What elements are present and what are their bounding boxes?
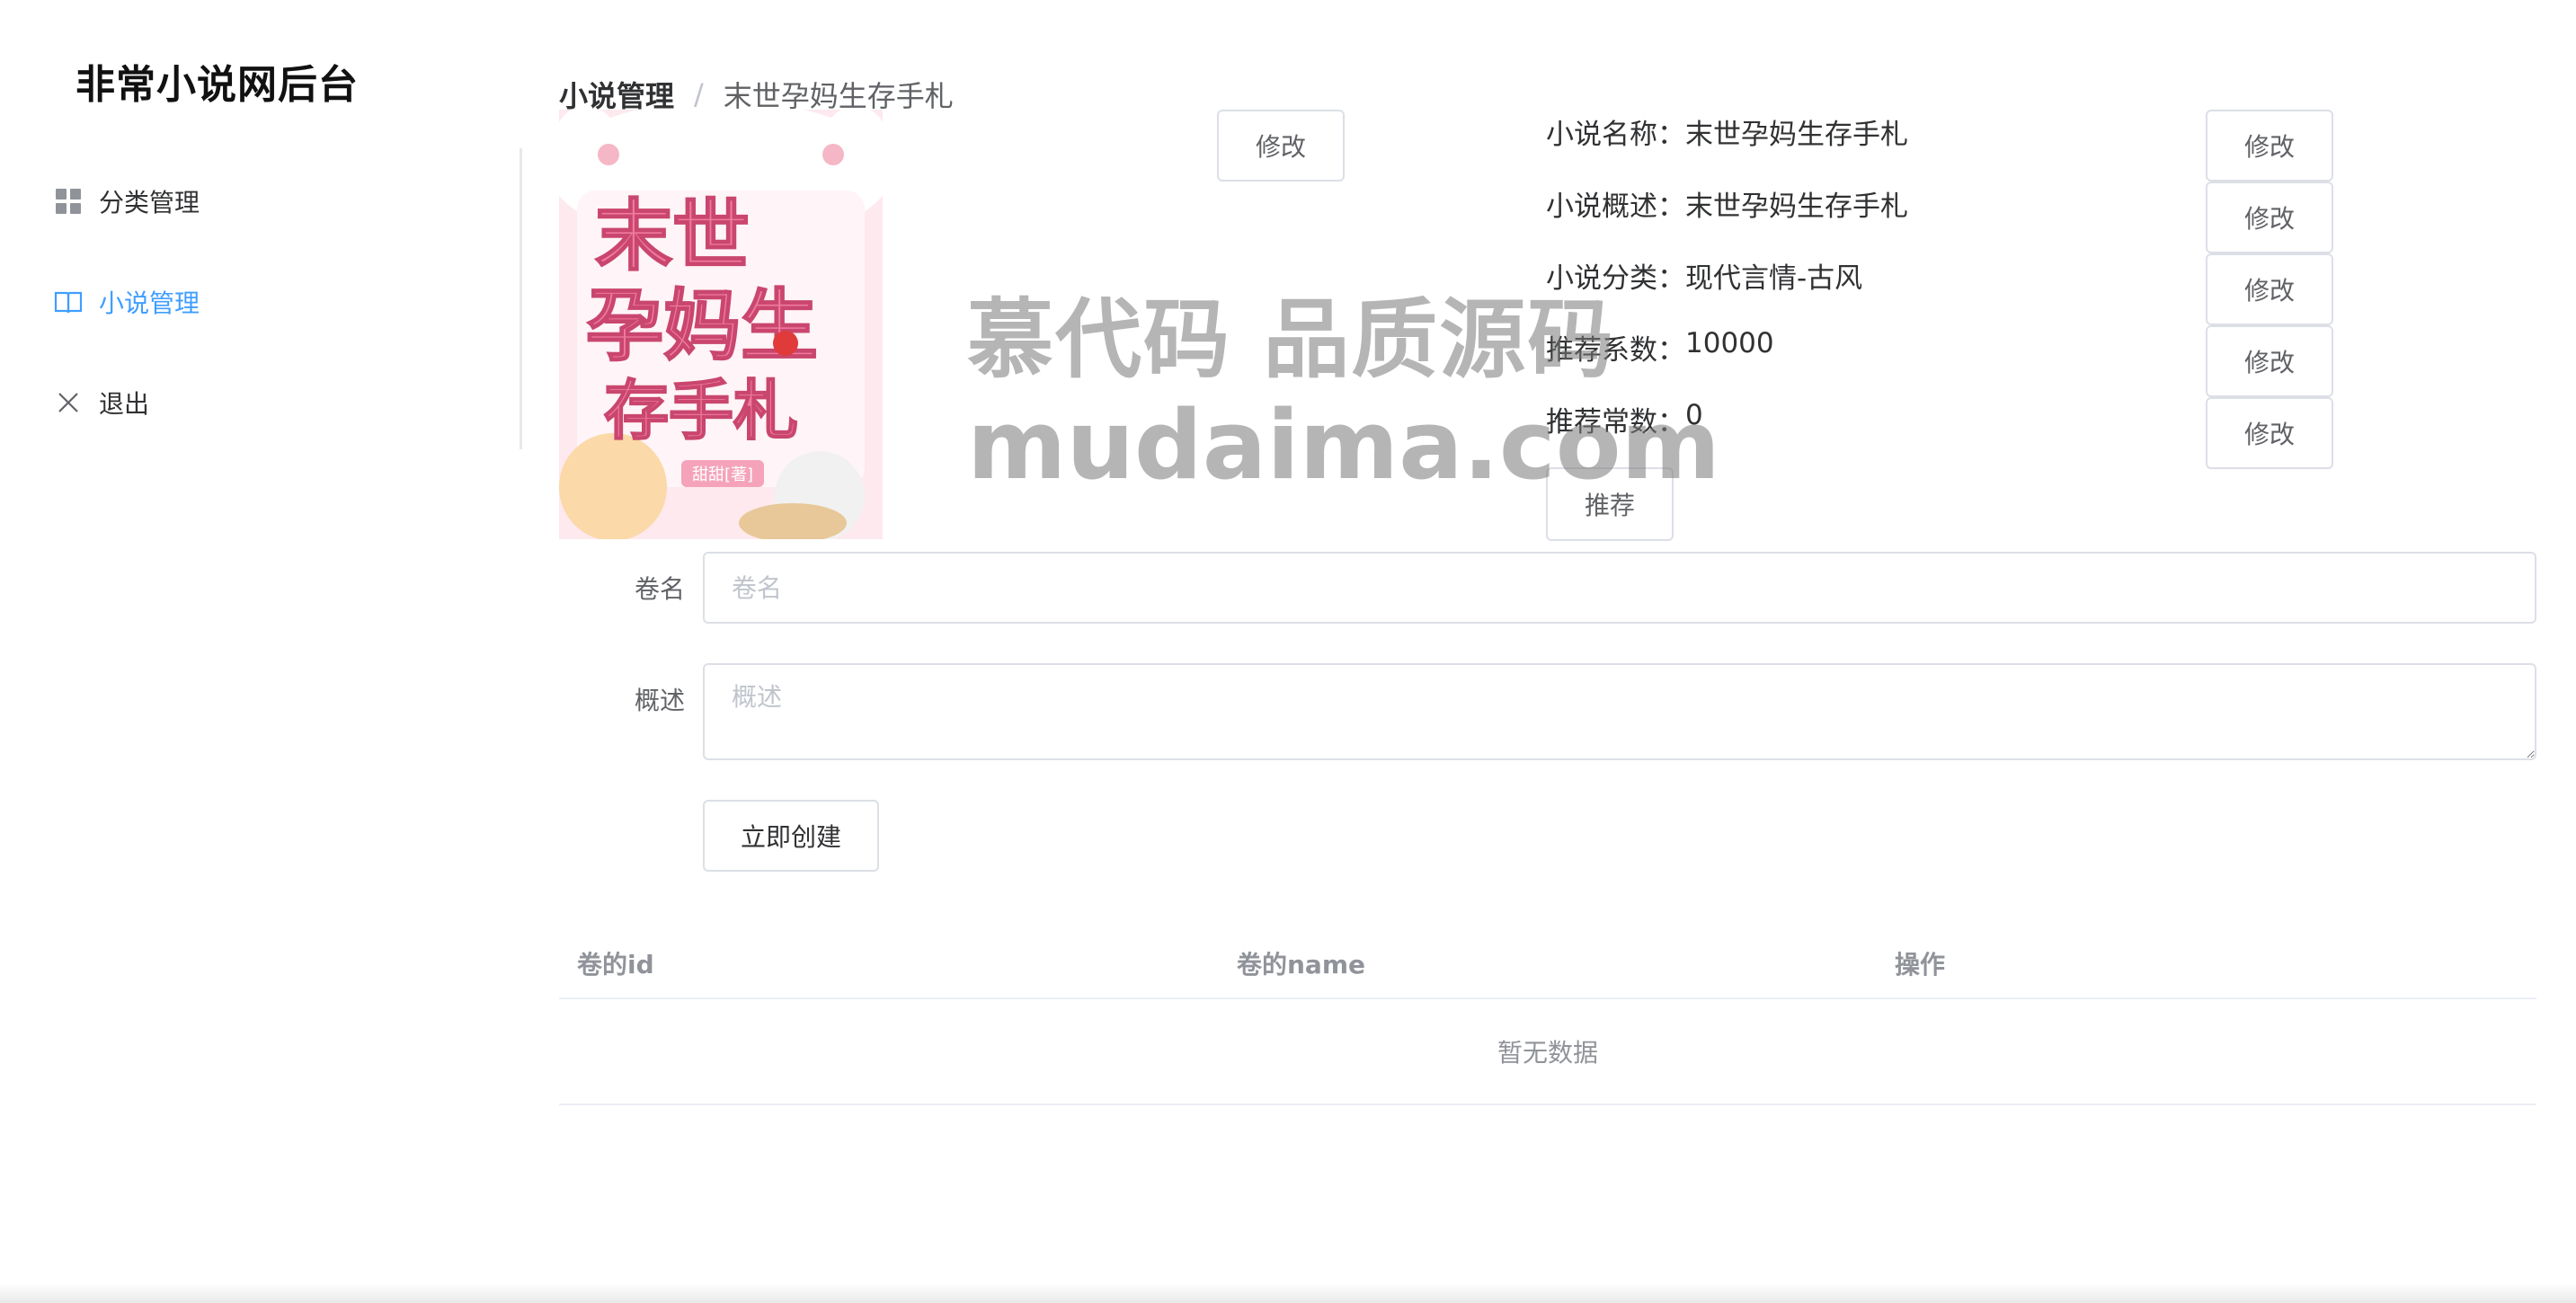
info-rec-const-row: 推荐常数： 0: [1546, 399, 1703, 439]
info-rec-const-value: 0: [1685, 399, 1703, 431]
edit-cover-button[interactable]: 修改: [1217, 110, 1345, 182]
edit-rec-const-button[interactable]: 修改: [2206, 397, 2333, 469]
sidebar-item-novels[interactable]: 小说管理: [54, 275, 200, 329]
info-rec-coef-value: 10000: [1685, 327, 1774, 359]
edit-name-button[interactable]: 修改: [2206, 110, 2333, 182]
sidebar-item-category[interactable]: 分类管理: [54, 174, 200, 228]
info-category-value: 现代言情-古风: [1685, 262, 1863, 295]
cover-title-line1: 末世: [595, 191, 750, 281]
cover-title-line2: 孕妈生: [586, 281, 818, 371]
edit-summary-button[interactable]: 修改: [2206, 182, 2333, 253]
sidebar-divider: [520, 148, 522, 449]
info-rec-const-key: 推荐常数：: [1546, 406, 1685, 439]
info-name-value: 末世孕妈生存手札: [1685, 119, 1908, 151]
create-now-button[interactable]: 立即创建: [703, 800, 879, 872]
grid-icon: [54, 187, 83, 216]
app-title: 非常小说网后台: [76, 62, 359, 108]
main-content: 小说管理 / 末世孕妈生存手札 末世 孕妈生 存手札 甜甜[著] 修改 小说名称…: [559, 0, 2536, 1303]
volume-table-header: 卷的id 卷的name 操作: [559, 926, 2536, 999]
info-summary-value: 末世孕妈生存手札: [1685, 191, 1908, 223]
cover-title-line3: 存手札: [604, 373, 798, 448]
edit-category-button[interactable]: 修改: [2206, 253, 2333, 325]
cover-image: 末世 孕妈生 存手札 甜甜[著]: [559, 110, 883, 539]
breadcrumb-separator: /: [694, 77, 704, 111]
recommend-button[interactable]: 推荐: [1546, 467, 1674, 541]
volume-name-label: 卷名: [634, 574, 685, 604]
info-category-row: 小说分类： 现代言情-古风: [1546, 255, 1862, 296]
info-summary-row: 小说概述： 末世孕妈生存手札: [1546, 183, 1908, 224]
edit-rec-coef-button[interactable]: 修改: [2206, 325, 2333, 397]
table-empty-text: 暂无数据: [1497, 1038, 1598, 1068]
cover-author: 甜甜[著]: [692, 465, 753, 484]
sidebar-item-label: 小说管理: [99, 288, 200, 318]
sidebar: 非常小说网后台 分类管理 小说管理 退出: [0, 0, 523, 1303]
table-empty-row: 暂无数据: [559, 999, 2536, 1105]
info-category-key: 小说分类：: [1546, 262, 1685, 295]
description-textarea[interactable]: [703, 663, 2536, 760]
volume-name-input[interactable]: [703, 552, 2536, 624]
column-header-actions: 操作: [1895, 950, 1946, 979]
info-rec-coef-row: 推荐系数： 10000: [1546, 327, 1774, 368]
info-name-key: 小说名称：: [1546, 119, 1685, 151]
sidebar-item-label: 退出: [99, 389, 150, 419]
info-name-row: 小说名称： 末世孕妈生存手札: [1546, 111, 1908, 152]
column-header-volume-id: 卷的id: [577, 950, 654, 979]
description-label: 概述: [634, 686, 685, 715]
bottom-shadow: [0, 1283, 2576, 1303]
close-icon: [54, 388, 83, 417]
column-header-volume-name: 卷的name: [1237, 950, 1365, 979]
sidebar-item-logout[interactable]: 退出: [54, 376, 149, 430]
book-open-icon: [54, 288, 83, 316]
info-rec-coef-key: 推荐系数：: [1546, 334, 1685, 367]
info-summary-key: 小说概述：: [1546, 191, 1685, 223]
sidebar-item-label: 分类管理: [99, 188, 200, 217]
